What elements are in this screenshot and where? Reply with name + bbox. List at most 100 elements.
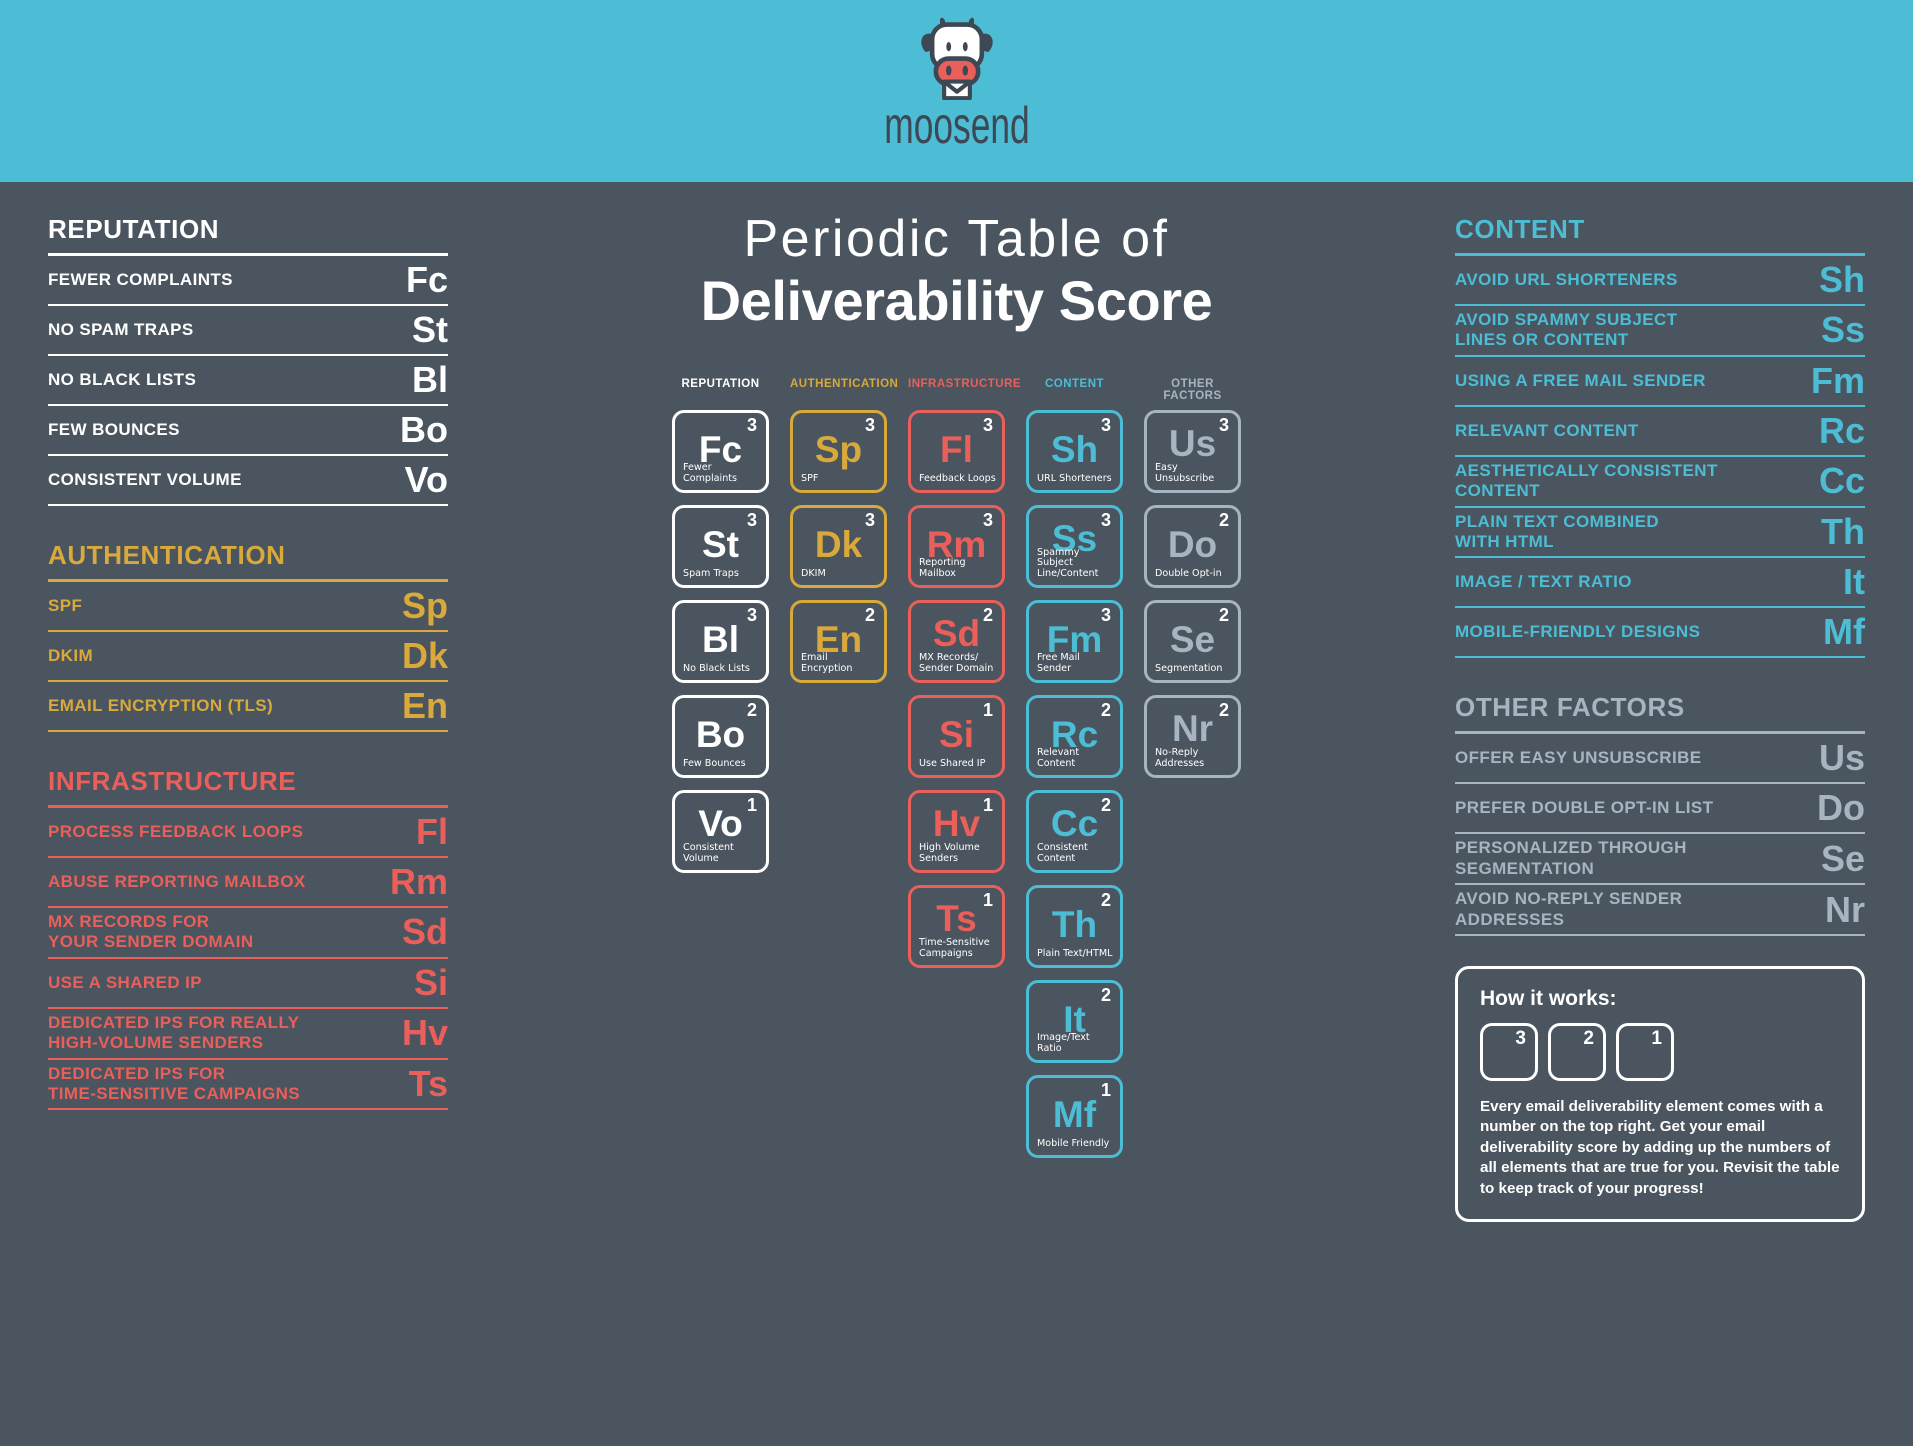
list-item[interactable]: NO BLACK LISTS Bl — [48, 356, 448, 406]
table-cell: 2 Th Plain Text/HTML — [1026, 884, 1123, 968]
list-item[interactable]: PROCESS FEEDBACK LOOPS Fl — [48, 808, 448, 858]
list-item[interactable]: DEDICATED IPS FOR REALLY HIGH-VOLUME SEND… — [48, 1009, 448, 1060]
list-item[interactable]: USE A SHARED IP Si — [48, 959, 448, 1009]
element-tile-th[interactable]: 2 Th Plain Text/HTML — [1026, 884, 1123, 968]
element-tile-sh[interactable]: 3 Sh URL Shorteners — [1026, 409, 1123, 493]
list-item[interactable]: MX RECORDS FOR YOUR SENDER DOMAIN Sd — [48, 908, 448, 959]
section-title: INFRASTRUCTURE — [48, 766, 297, 796]
section-other-factors: OTHER FACTORS OFFER EASY UNSUBSCRIBE Us … — [1455, 692, 1865, 936]
element-name: Fewer Complaints — [683, 462, 738, 485]
list-item[interactable]: PREFER DOUBLE OPT-IN LIST Do — [1455, 784, 1865, 835]
list-item[interactable]: SPF Sp — [48, 582, 448, 632]
table-cell: 3 Dk DKIM — [790, 504, 887, 588]
list-item[interactable]: FEW BOUNCES Bo — [48, 406, 448, 456]
list-item-symbol: Sd — [401, 911, 448, 953]
empty-cell — [908, 1075, 1005, 1158]
list-item[interactable]: IMAGE / TEXT RATIO It — [1455, 558, 1865, 609]
element-tile-bl[interactable]: 3 Bl No Black Lists — [672, 599, 769, 683]
list-item-symbol: Rm — [389, 861, 448, 902]
element-symbol: Nr — [1171, 707, 1214, 749]
element-tile-fc[interactable]: 3 Fc Fewer Complaints — [672, 409, 769, 493]
element-tile-us[interactable]: 3 Us Easy Unsubscribe — [1144, 409, 1241, 493]
element-symbol: Cc — [1050, 802, 1099, 844]
element-tile-en[interactable]: 2 En Email Encryption — [790, 599, 887, 683]
table-cell: 3 Fl Feedback Loops — [908, 409, 1005, 493]
list-item[interactable]: PERSONALIZED THROUGH SEGMENTATION Se — [1455, 834, 1865, 886]
list-item[interactable]: AVOID NO-REPLY SENDER ADDRESSES Nr — [1455, 885, 1865, 936]
table-cell: 1 Si Use Shared IP — [908, 694, 1005, 778]
element-tile-sp[interactable]: 3 Sp SPF — [790, 409, 887, 493]
element-tile-do[interactable]: 2 Do Double Opt-in — [1144, 504, 1241, 588]
element-name: DKIM — [801, 568, 826, 580]
list-item[interactable]: PLAIN TEXT COMBINED WITH HTML Th — [1455, 508, 1865, 559]
list-item[interactable]: ABUSE REPORTING MAILBOX Rm — [48, 858, 448, 908]
element-tile-dk[interactable]: 3 Dk DKIM — [790, 504, 887, 588]
score-chip-value: 1 — [1651, 1027, 1662, 1049]
table-cell: 3 Fm Free Mail Sender — [1026, 599, 1123, 683]
element-name: Use Shared IP — [919, 758, 986, 770]
table-cell: 3 Fc Fewer Complaints — [672, 409, 769, 493]
element-tile-it[interactable]: 2 It Image/Text Ratio — [1026, 979, 1123, 1063]
list-item[interactable]: USING A FREE MAIL SENDER Fm — [1455, 357, 1865, 407]
list-item[interactable]: DKIM Dk — [48, 632, 448, 682]
element-tile-bo[interactable]: 2 Bo Few Bounces — [672, 694, 769, 778]
element-tile-ss[interactable]: 3 Ss Spammy Subject Line/Content — [1026, 504, 1123, 588]
list-item[interactable]: FEWER COMPLAINTS Fc — [48, 256, 448, 306]
element-tile-fl[interactable]: 3 Fl Feedback Loops — [908, 409, 1005, 493]
element-tile-hv[interactable]: 1 Hv High Volume Senders — [908, 789, 1005, 873]
table-cell: 2 Cc Consistent Content — [1026, 789, 1123, 873]
brand-name: moosend — [884, 97, 1029, 154]
table-cell: 2 En Email Encryption — [790, 599, 887, 683]
list-item[interactable]: EMAIL ENCRYPTION (TLS) En — [48, 682, 448, 732]
element-tile-cc[interactable]: 2 Cc Consistent Content — [1026, 789, 1123, 873]
element-tile-rm[interactable]: 3 Rm Reporting Mailbox — [908, 504, 1005, 588]
list-item[interactable]: DEDICATED IPS FOR TIME-SENSITIVE CAMPAIGN… — [48, 1060, 448, 1111]
list-item-symbol: Do — [1817, 787, 1865, 829]
element-tile-rc[interactable]: 2 Rc Relevant Content — [1026, 694, 1123, 778]
element-tile-nr[interactable]: 2 Nr No-Reply Addresses — [1144, 694, 1241, 778]
element-tile-fm[interactable]: 3 Fm Free Mail Sender — [1026, 599, 1123, 683]
list-item[interactable]: CONSISTENT VOLUME Vo — [48, 456, 448, 506]
list-item-symbol: Cc — [1818, 460, 1865, 502]
list-item[interactable]: AESTHETICALLY CONSISTENT CONTENT Cc — [1455, 457, 1865, 508]
list-item[interactable]: OFFER EASY UNSUBSCRIBE Us — [1455, 734, 1865, 785]
element-tile-si[interactable]: 1 Si Use Shared IP — [908, 694, 1005, 778]
list-item[interactable]: MOBILE-FRIENDLY DESIGNS Mf — [1455, 608, 1865, 659]
element-name: Consistent Volume — [683, 842, 734, 865]
list-item[interactable]: NO SPAM TRAPS St — [48, 306, 448, 356]
element-symbol: Mf — [1052, 1093, 1097, 1135]
element-symbol: Sd — [932, 612, 981, 654]
list-item[interactable]: RELEVANT CONTENT Rc — [1455, 407, 1865, 457]
list-item-label: DEDICATED IPS FOR REALLY HIGH-VOLUME SEND… — [48, 1012, 300, 1053]
element-symbol: Sh — [1050, 428, 1099, 470]
empty-cell — [790, 695, 887, 778]
element-name: Mobile Friendly — [1037, 1138, 1110, 1150]
score-chip-value: 2 — [1583, 1027, 1594, 1049]
element-name: Segmentation — [1155, 663, 1223, 675]
list-item[interactable]: AVOID SPAMMY SUBJECT LINES OR CONTENT Ss — [1455, 306, 1865, 357]
element-tile-st[interactable]: 3 St Spam Traps — [672, 504, 769, 588]
list-item-symbol: Dk — [401, 635, 448, 676]
element-tile-mf[interactable]: 1 Mf Mobile Friendly — [1026, 1074, 1123, 1158]
element-tile-sd[interactable]: 2 Sd MX Records/Sender Domain — [908, 599, 1005, 683]
table-cell: 2 Sd MX Records/Sender Domain — [908, 599, 1005, 683]
section-title: OTHER FACTORS — [1455, 692, 1685, 723]
how-it-works-text: Every email deliverability element comes… — [1480, 1097, 1840, 1197]
empty-cell — [790, 980, 887, 1063]
left-column: REPUTATION FEWER COMPLAINTS Fc NO SPAM T… — [48, 214, 448, 1111]
list-item[interactable]: AVOID URL SHORTENERS Sh — [1455, 256, 1865, 306]
element-symbol: Se — [1169, 618, 1216, 660]
element-name: Few Bounces — [683, 758, 746, 770]
list-item-symbol: Rc — [1818, 409, 1865, 451]
element-tile-vo[interactable]: 1 Vo Consistent Volume — [672, 789, 769, 873]
table-cell: 3 Sp SPF — [790, 409, 887, 493]
element-tile-ts[interactable]: 1 Ts Time-Sensitive Campaigns — [908, 884, 1005, 968]
list-item-label: MX RECORDS FOR YOUR SENDER DOMAIN — [48, 912, 254, 952]
list-item-label: AESTHETICALLY CONSISTENT CONTENT — [1455, 460, 1718, 501]
section-reputation: REPUTATION FEWER COMPLAINTS Fc NO SPAM T… — [48, 214, 448, 506]
empty-cell — [908, 980, 1005, 1063]
list-item-symbol: Us — [1818, 737, 1865, 779]
table-cell: 3 Rm Reporting Mailbox — [908, 504, 1005, 588]
list-item-label: RELEVANT CONTENT — [1455, 420, 1639, 440]
element-tile-se[interactable]: 2 Se Segmentation — [1144, 599, 1241, 683]
